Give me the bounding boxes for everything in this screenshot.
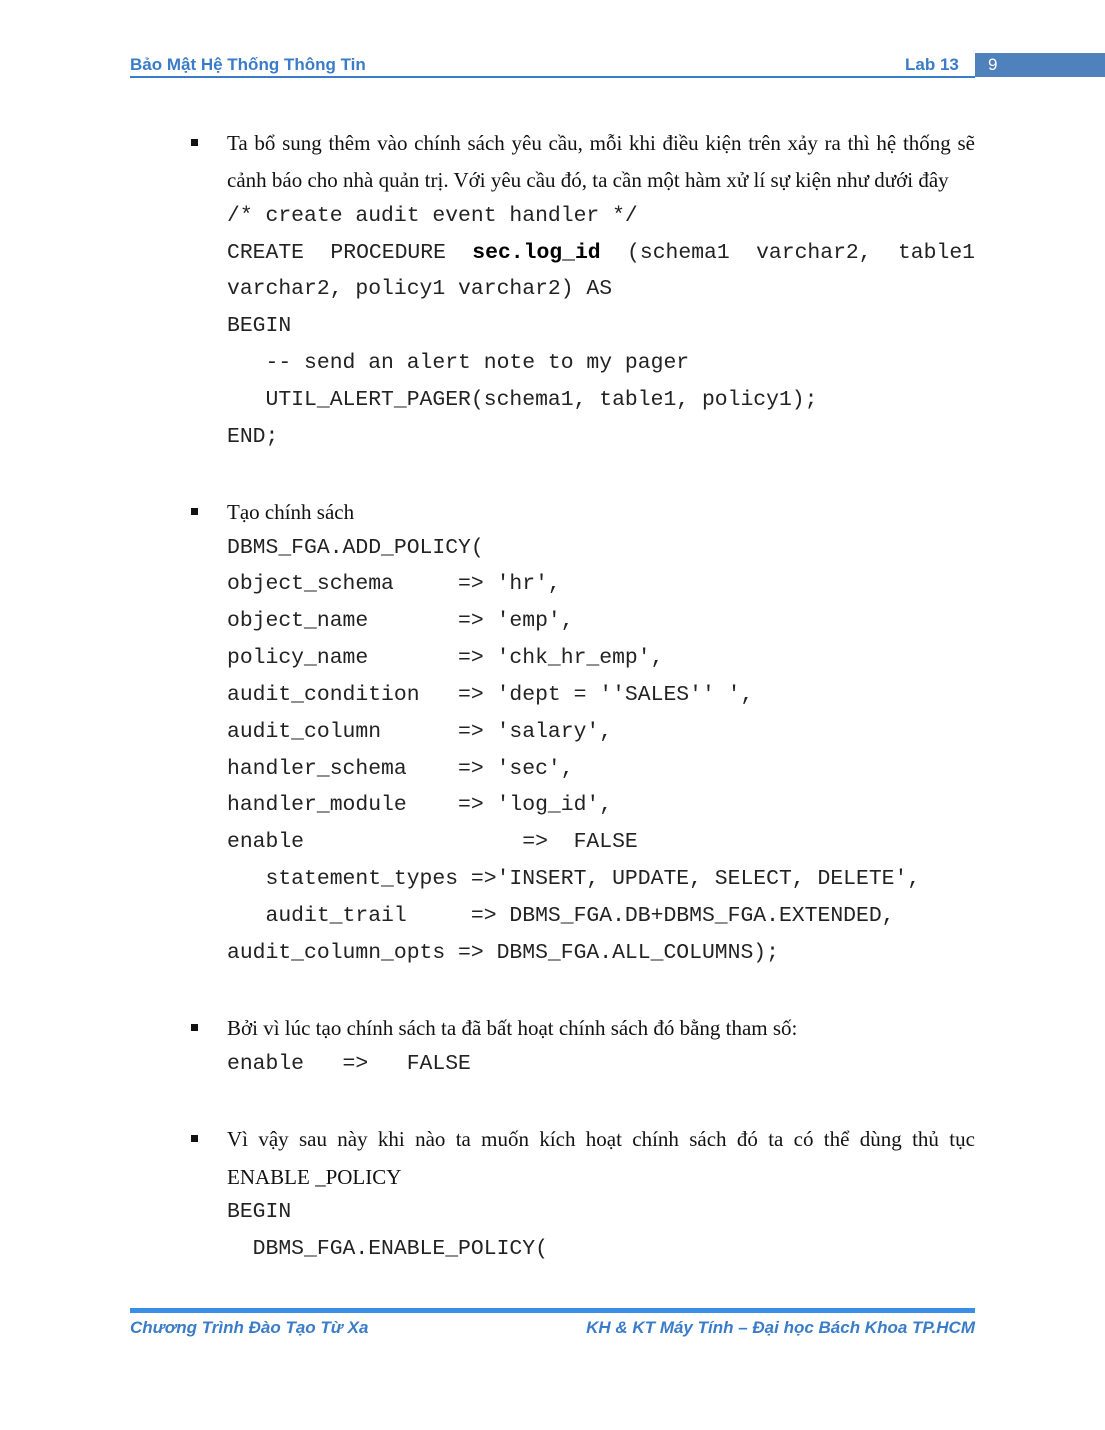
bullet	[191, 508, 198, 515]
footer-left: Chương Trình Đào Tạo Từ Xa	[130, 1318, 369, 1337]
word: yêu	[511, 131, 542, 155]
word: cầu,	[548, 131, 583, 155]
code-line: BEGIN	[227, 314, 292, 338]
code-line: audit_condition => 'dept = ''SALES'' ',	[227, 683, 754, 707]
word: sách	[467, 131, 505, 155]
word: thêm	[328, 131, 371, 155]
code-line: object_schema => 'hr',	[227, 572, 561, 596]
code-line: DBMS_FGA.ADD_POLICY(	[227, 536, 484, 560]
word: sung	[282, 131, 322, 155]
paragraph-line: Tạo chính sách	[227, 500, 355, 524]
word: này	[337, 1127, 368, 1151]
bullet	[191, 1024, 198, 1031]
word: ta	[455, 1127, 471, 1151]
word: điều	[662, 131, 699, 155]
code-line: handler_module => 'log_id',	[227, 793, 613, 817]
code-token: sec.log_id	[472, 241, 601, 265]
code-line: policy_name => 'chk_hr_emp',	[227, 646, 664, 670]
bullet	[191, 139, 198, 146]
word: vậy	[258, 1127, 289, 1151]
word: bổ	[254, 131, 276, 155]
word: khi	[628, 131, 656, 155]
code-line: enable => FALSE	[227, 830, 638, 854]
code-token: PROCEDURE	[330, 241, 446, 265]
word: dùng	[859, 1127, 902, 1151]
code-token: (schema1	[627, 241, 730, 265]
code-token: CREATE	[227, 241, 305, 265]
word: xảy	[787, 131, 818, 155]
word: muốn	[481, 1127, 530, 1151]
header-rule	[130, 76, 975, 78]
word: có	[793, 1127, 814, 1151]
code-line: CREATE PROCEDURE sec.log_id (schema1 var…	[227, 240, 975, 266]
word: khi	[377, 1127, 405, 1151]
paragraph-line: Ta bổ sung thêm vào chính sách yêu cầu, mỗi khi điề…	[227, 130, 975, 156]
word: thể	[823, 1127, 850, 1151]
word: chính	[632, 1127, 679, 1151]
word: chính	[414, 131, 461, 155]
page-number: 9	[975, 53, 1105, 77]
paragraph-line: cảnh báo cho nhà quản trị. Với yêu cầu đ…	[227, 168, 949, 192]
word: sẽ	[957, 131, 975, 155]
word: tục	[949, 1127, 975, 1151]
code-token: table1	[897, 241, 975, 265]
word: thì	[847, 131, 870, 155]
word: mỗi	[589, 131, 623, 155]
code-line: /* create audit event handler */	[227, 204, 638, 228]
code-line: object_name => 'emp',	[227, 609, 574, 633]
code-line: enable => FALSE	[227, 1052, 471, 1076]
footer-rule	[130, 1308, 975, 1313]
word: ra	[824, 131, 841, 155]
code-line: -- send an alert note to my pager	[227, 351, 690, 375]
word: ta	[768, 1127, 784, 1151]
word: nào	[415, 1127, 446, 1151]
code-line: UTIL_ALERT_PAGER(schema1, table1, policy…	[227, 388, 818, 412]
bullet	[191, 1135, 198, 1142]
code-line: audit_trail => DBMS_FGA.DB+DBMS_FGA.EXTE…	[227, 904, 895, 928]
word: sách	[689, 1127, 727, 1151]
word: kích	[539, 1127, 576, 1151]
footer-right: KH & KT Máy Tính – Đại học Bách Khoa TP.…	[586, 1318, 975, 1337]
paragraph-line: Bởi vì lúc tạo chính sách ta đã bất hoạt…	[227, 1016, 798, 1040]
code-line: statement_types =>'INSERT, UPDATE, SELEC…	[227, 867, 921, 891]
word: Vì	[227, 1127, 248, 1151]
word: sau	[298, 1127, 327, 1151]
word: hoạt	[585, 1127, 622, 1151]
code-line: varchar2, policy1 varchar2) AS	[227, 277, 613, 301]
code-line: handler_schema => 'sec',	[227, 757, 574, 781]
code-token: varchar2,	[756, 241, 872, 265]
word: hệ	[876, 131, 897, 155]
header-lab: Lab 13	[905, 55, 959, 74]
word: trên	[748, 131, 781, 155]
code-line: audit_column_opts => DBMS_FGA.ALL_COLUMN…	[227, 941, 779, 965]
word: vào	[377, 131, 408, 155]
word: thống	[902, 131, 951, 155]
word: đó	[736, 1127, 758, 1151]
code-line: BEGIN	[227, 1200, 292, 1224]
paragraph-line: ENABLE _POLICY	[227, 1165, 402, 1189]
word: thủ	[912, 1127, 939, 1151]
paragraph-line: Vì vậy sau này khi nào ta muốn kích hoạt chính sách…	[227, 1126, 975, 1152]
code-line: END;	[227, 425, 279, 449]
code-line: DBMS_FGA.ENABLE_POLICY(	[227, 1237, 548, 1261]
word: Ta	[227, 131, 248, 155]
code-line: audit_column => 'salary',	[227, 720, 613, 744]
header-title: Bảo Mật Hệ Thống Thông Tin	[130, 55, 366, 74]
word: kiện	[705, 131, 742, 155]
